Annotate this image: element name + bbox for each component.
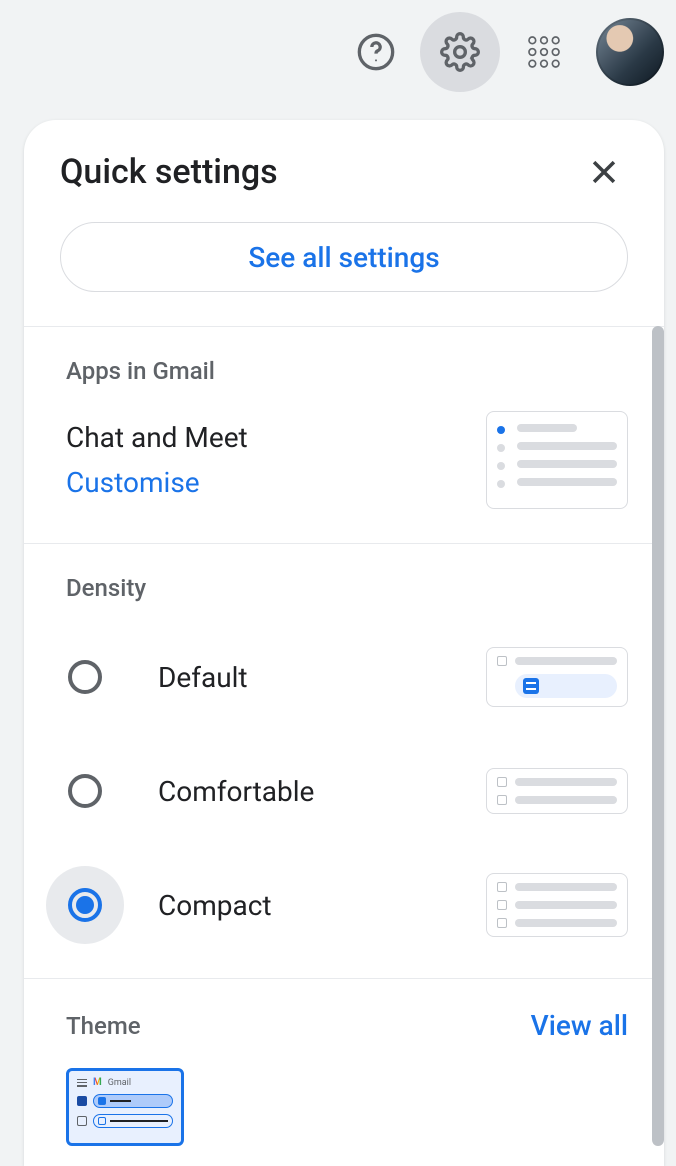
density-illustration-compact — [486, 873, 628, 937]
scrollbar-thumb[interactable] — [652, 326, 664, 1146]
settings-scroll-area: Apps in Gmail Chat and Meet Customise De… — [24, 326, 664, 1166]
chat-and-meet-row: Chat and Meet Customise — [66, 411, 628, 509]
theme-thumbnail-default[interactable]: M Gmail — [66, 1068, 184, 1146]
see-all-settings-label: See all settings — [248, 241, 439, 274]
density-option-default[interactable]: Default — [66, 638, 628, 716]
close-button[interactable] — [580, 148, 628, 196]
account-avatar[interactable] — [596, 18, 664, 86]
chat-and-meet-title: Chat and Meet — [66, 421, 248, 454]
theme-label-text: Theme — [66, 1012, 141, 1040]
radio-compact[interactable] — [46, 866, 124, 944]
chat-and-meet-text: Chat and Meet Customise — [66, 421, 248, 499]
section-apps-in-gmail: Apps in Gmail Chat and Meet Customise — [24, 326, 664, 543]
density-option-compact[interactable]: Compact — [66, 866, 628, 944]
section-density: Density Default Comfortable — [24, 543, 664, 978]
density-label-comfortable: Comfortable — [158, 775, 314, 808]
gmail-logo-m-icon: M — [93, 1077, 102, 1088]
section-theme: Theme View all M Gmail — [24, 978, 664, 1166]
section-label-apps: Apps in Gmail — [66, 357, 628, 385]
view-all-themes-link[interactable]: View all — [531, 1009, 628, 1042]
quick-settings-panel: Quick settings See all settings Apps in … — [24, 120, 664, 1166]
radio-comfortable[interactable] — [46, 752, 124, 830]
help-icon — [356, 32, 396, 72]
section-label-density: Density — [66, 574, 628, 602]
panel-title: Quick settings — [60, 152, 278, 192]
density-option-comfortable[interactable]: Comfortable — [66, 752, 628, 830]
panel-header: Quick settings — [24, 120, 664, 214]
settings-button[interactable] — [420, 12, 500, 92]
apps-grid-icon — [524, 32, 564, 72]
density-label-default: Default — [158, 661, 248, 694]
density-illustration-default — [486, 647, 628, 707]
top-toolbar — [0, 0, 676, 104]
density-illustration-comfortable — [486, 768, 628, 814]
chat-and-meet-illustration — [486, 411, 628, 509]
density-label-compact: Compact — [158, 889, 272, 922]
google-apps-button[interactable] — [504, 12, 584, 92]
customise-link[interactable]: Customise — [66, 466, 248, 499]
gmail-logo-text: Gmail — [108, 1078, 131, 1088]
help-button[interactable] — [336, 12, 416, 92]
close-icon — [587, 155, 621, 189]
gear-icon — [440, 32, 480, 72]
section-label-theme: Theme View all — [66, 1009, 628, 1042]
hamburger-icon — [77, 1079, 87, 1087]
radio-default[interactable] — [46, 638, 124, 716]
see-all-settings-button[interactable]: See all settings — [60, 222, 628, 292]
